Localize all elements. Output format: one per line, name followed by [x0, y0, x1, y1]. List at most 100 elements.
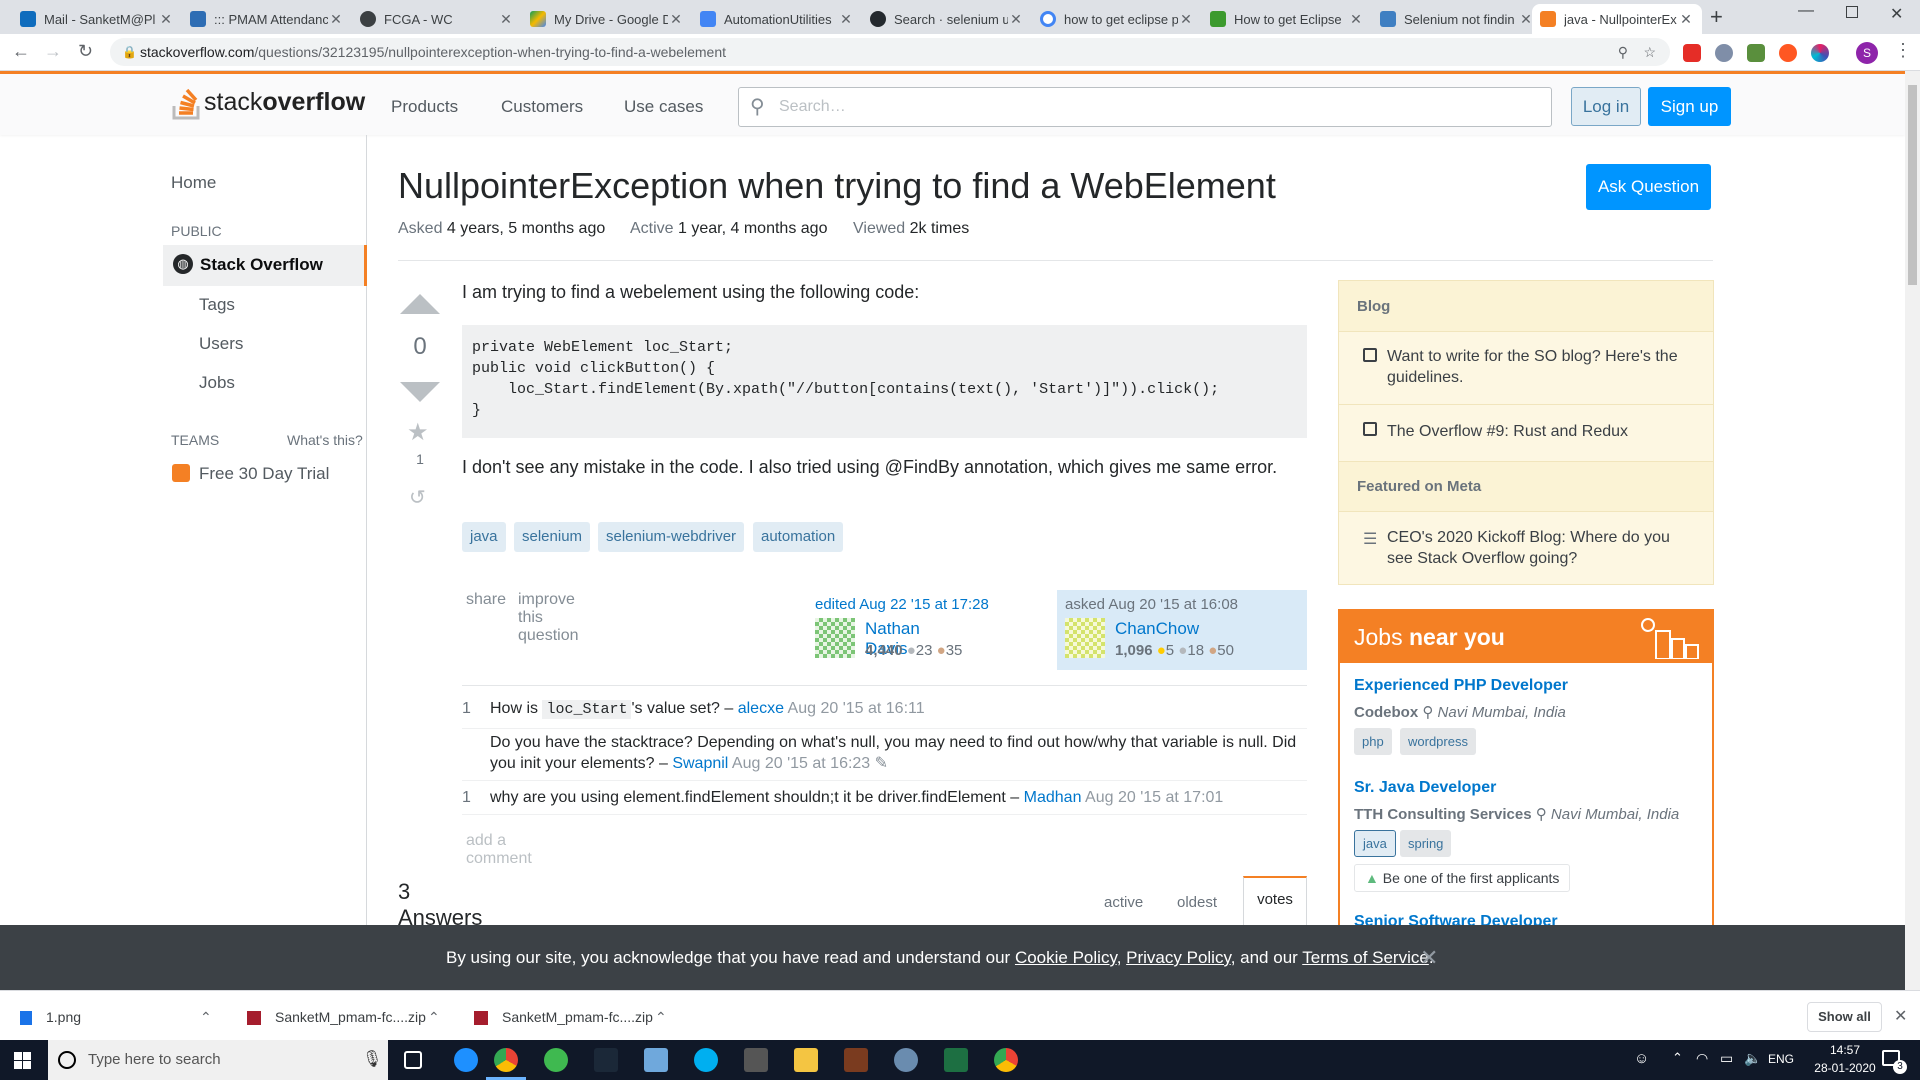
extension-icon[interactable]	[1683, 44, 1701, 62]
sidebar-item-stackoverflow[interactable]: ◍ Stack Overflow	[163, 245, 367, 286]
job-tag[interactable]: java	[1354, 830, 1396, 857]
upvote-icon[interactable]	[400, 294, 440, 314]
job-title-link[interactable]: Experienced PHP Developer	[1354, 677, 1568, 695]
comment-date[interactable]: Aug 20 '15 at 17:01	[1085, 789, 1223, 806]
nav-customers[interactable]: Customers	[501, 97, 583, 117]
close-tab-icon[interactable]: ✕	[838, 11, 854, 28]
meta-item-link[interactable]: CEO's 2020 Kickoff Blog: Where do you se…	[1387, 527, 1697, 569]
question-title[interactable]: NullpointerException when trying to find…	[398, 165, 1276, 207]
privacy-policy-link[interactable]: Privacy Policy	[1126, 948, 1231, 967]
site-wordmark[interactable]: stackoverflow	[204, 88, 365, 117]
whats-this-link[interactable]: What's this?	[287, 432, 363, 448]
login-button[interactable]: Log in	[1571, 87, 1641, 126]
job-title-link[interactable]: Sr. Java Developer	[1354, 779, 1496, 797]
browser-tab[interactable]: Selenium not findin ✕	[1372, 4, 1542, 34]
chevron-up-icon[interactable]: ⌃	[428, 991, 458, 1044]
download-item[interactable]: SanketM_pmam-fc....zip	[247, 991, 447, 1044]
download-item[interactable]: SanketM_pmam-fc....zip	[474, 991, 674, 1044]
browser-menu-icon[interactable]: ⋮	[1894, 40, 1912, 61]
people-icon[interactable]: ☺	[1634, 1050, 1649, 1067]
improve-question-link[interactable]: improve this question	[518, 591, 579, 645]
bookmark-star-icon[interactable]: ☆	[1643, 38, 1656, 66]
close-tab-icon[interactable]: ✕	[668, 11, 684, 28]
sort-votes-tab[interactable]: votes	[1243, 876, 1307, 926]
cookie-policy-link[interactable]: Cookie Policy	[1015, 948, 1117, 967]
search-input[interactable]: ⚲ Search…	[738, 87, 1552, 127]
blog-item-link[interactable]: Want to write for the SO blog? Here's th…	[1387, 346, 1697, 388]
extension-icon[interactable]	[1811, 44, 1829, 62]
download-item[interactable]: 1.png	[20, 991, 220, 1044]
forward-icon[interactable]: →	[44, 41, 62, 62]
favorite-star-icon[interactable]: ★	[407, 418, 429, 447]
nav-use-cases[interactable]: Use cases	[624, 97, 703, 117]
tag-selenium[interactable]: selenium	[514, 522, 591, 552]
comment-user[interactable]: Madhan	[1024, 789, 1082, 806]
eclipse-icon[interactable]	[894, 1048, 918, 1072]
avatar[interactable]	[815, 618, 855, 658]
skype-icon[interactable]	[694, 1048, 718, 1072]
back-icon[interactable]: ←	[12, 41, 30, 62]
blog-item-link[interactable]: The Overflow #9: Rust and Redux	[1387, 421, 1697, 442]
comment-date[interactable]: Aug 20 '15 at 16:23	[732, 755, 870, 772]
sidebar-item-users[interactable]: Users	[199, 334, 243, 354]
share-link[interactable]: share	[466, 591, 506, 609]
browser-tab[interactable]: FCGA - WC ✕	[352, 4, 522, 34]
show-all-button[interactable]: Show all	[1807, 1002, 1882, 1032]
chrome-icon[interactable]	[494, 1048, 518, 1072]
browser-tab[interactable]: AutomationUtilities ✕	[692, 4, 862, 34]
free-trial-link[interactable]: Free 30 Day Trial	[199, 464, 329, 484]
scrollbar-thumb[interactable]	[1908, 85, 1917, 285]
job-tag[interactable]: php	[1354, 728, 1392, 755]
signup-button[interactable]: Sign up	[1648, 87, 1731, 126]
minimize-icon[interactable]: —	[1798, 2, 1814, 20]
task-view-icon[interactable]	[404, 1051, 422, 1069]
avatar[interactable]	[1065, 618, 1105, 658]
close-tab-icon[interactable]: ✕	[1348, 11, 1364, 28]
chevron-up-icon[interactable]: ⌃	[200, 991, 230, 1044]
clock-time[interactable]: 14:57	[1810, 1043, 1880, 1057]
ask-question-button[interactable]: Ask Question	[1586, 164, 1711, 210]
taskbar-search[interactable]: Type here to search 🎙	[48, 1040, 388, 1080]
browser-tab[interactable]: My Drive - Google D ✕	[522, 4, 692, 34]
reload-icon[interactable]: ↻	[78, 41, 93, 62]
photos-icon[interactable]	[744, 1048, 768, 1072]
address-bar[interactable]: 🔒 stackoverflow.com/questions/32123195/n…	[110, 38, 1670, 66]
browser-tab-active[interactable]: java - NullpointerEx ✕	[1532, 4, 1702, 34]
job-title-link[interactable]: Senior Software Developer	[1354, 913, 1558, 925]
extension-icon[interactable]	[1779, 44, 1797, 62]
nav-products[interactable]: Products	[391, 97, 458, 117]
sidebar-item-jobs[interactable]: Jobs	[199, 373, 235, 393]
tag-java[interactable]: java	[462, 522, 506, 552]
close-tab-icon[interactable]: ✕	[1678, 11, 1694, 28]
browser-tab[interactable]: Search · selenium u ✕	[862, 4, 1032, 34]
job-tag[interactable]: spring	[1400, 830, 1452, 857]
browser-tab[interactable]: ::: PMAM Attendanc ✕	[182, 4, 352, 34]
new-tab-icon[interactable]: +	[1710, 4, 1723, 30]
sort-oldest-tab[interactable]: oldest	[1177, 894, 1217, 911]
sort-active-tab[interactable]: active	[1104, 894, 1143, 911]
job-tag[interactable]: wordpress	[1400, 728, 1476, 755]
chrome-icon[interactable]	[994, 1048, 1018, 1072]
edge-icon[interactable]	[454, 1048, 478, 1072]
tag-selenium-webdriver[interactable]: selenium-webdriver	[598, 522, 745, 552]
steam-icon[interactable]	[594, 1048, 618, 1072]
comment-user[interactable]: Swapnil	[672, 755, 728, 772]
profile-avatar[interactable]: S	[1856, 42, 1878, 64]
close-tab-icon[interactable]: ✕	[328, 11, 344, 28]
browser-tab[interactable]: how to get eclipse p ✕	[1032, 4, 1202, 34]
history-icon[interactable]: ↺	[409, 485, 426, 510]
sidebar-item-tags[interactable]: Tags	[199, 295, 235, 315]
add-comment-link[interactable]: add a comment	[466, 832, 532, 868]
close-downloads-icon[interactable]: ✕	[1894, 1006, 1907, 1026]
clock-date[interactable]: 28-01-2020	[1810, 1061, 1880, 1075]
battery-icon[interactable]: ▭	[1720, 1050, 1733, 1067]
extension-icon[interactable]	[1747, 44, 1765, 62]
close-tab-icon[interactable]: ✕	[158, 11, 174, 28]
edited-timestamp[interactable]: edited Aug 22 '15 at 17:28	[815, 596, 989, 613]
terms-of-service-link[interactable]: Terms of Service	[1302, 948, 1429, 967]
close-tab-icon[interactable]: ✕	[1008, 11, 1024, 28]
close-window-icon[interactable]: ✕	[1890, 4, 1903, 24]
volume-icon[interactable]: 🔈	[1744, 1050, 1761, 1067]
file-explorer-icon[interactable]	[794, 1048, 818, 1072]
close-tab-icon[interactable]: ✕	[498, 11, 514, 28]
